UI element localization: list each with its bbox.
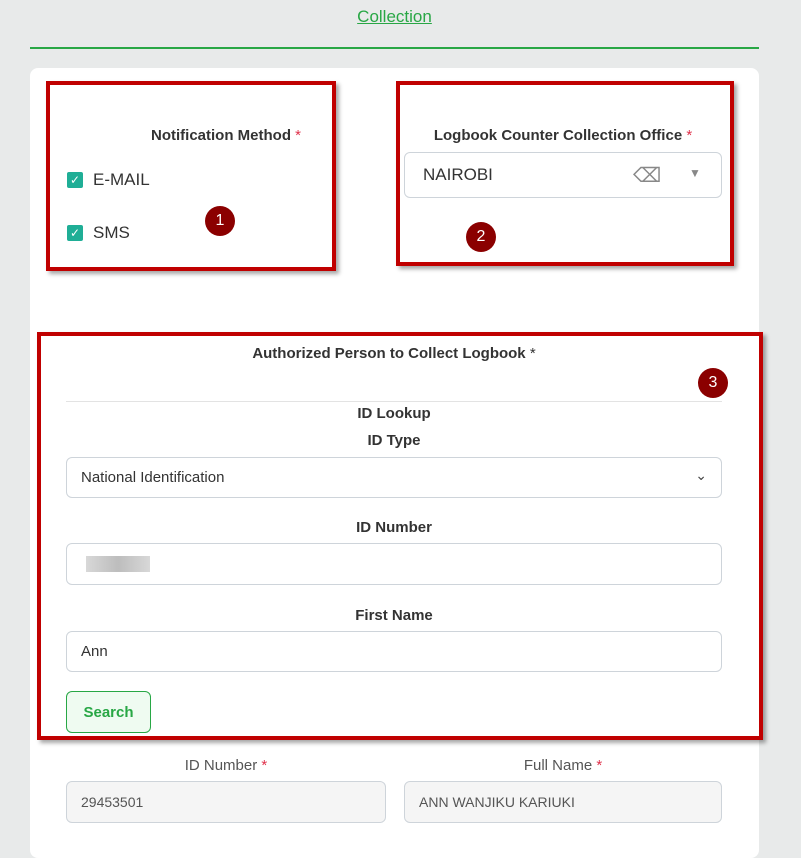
id-number-value: 29453501 (81, 794, 144, 810)
search-button[interactable]: Search (66, 691, 151, 733)
label-text: Full Name (523, 757, 593, 774)
sms-checkbox[interactable]: ✓ SMS (67, 223, 130, 243)
authorized-person-label: Authorized Person to Collect Logbook * (66, 345, 722, 362)
first-name-value: Ann (81, 643, 108, 660)
annotation-badge-2: 2 (466, 222, 496, 252)
id-type-label: ID Type (367, 432, 421, 449)
office-value: NAIROBI (423, 165, 493, 184)
office-label: Logbook Counter Collection Office * (404, 127, 722, 144)
id-type-value: National Identification (81, 469, 225, 486)
email-checkbox[interactable]: ✓ E-MAIL (67, 170, 150, 190)
eraser-clear-icon[interactable]: ⌫ (633, 163, 661, 188)
check-icon: ✓ (67, 225, 83, 241)
result-full-name-field: ANN WANJIKU KARIUKI (404, 781, 722, 823)
required-marker: * (686, 127, 693, 144)
required-marker: * (596, 757, 603, 774)
label-text: ID Number (184, 757, 258, 774)
first-name-input[interactable]: Ann (66, 631, 722, 672)
dropdown-caret-icon[interactable]: ▼ (689, 166, 701, 180)
required-marker: * (529, 345, 536, 362)
label-text: Notification Method (151, 127, 291, 144)
id-number-input[interactable] (66, 543, 722, 585)
result-id-number-label: ID Number * (66, 757, 386, 774)
chevron-down-icon: ⌄ (695, 467, 707, 483)
collection-tab-link[interactable]: Collection (0, 7, 789, 27)
id-number-label: ID Number (356, 519, 432, 536)
label-text: Logbook Counter Collection Office (433, 127, 683, 144)
annotation-badge-1: 1 (205, 206, 235, 236)
sms-label: SMS (93, 223, 130, 242)
blurred-value (86, 556, 150, 572)
id-type-select[interactable]: National Identification ⌄ (66, 457, 722, 498)
office-select[interactable]: NAIROBI ⌫ ▼ (404, 152, 722, 198)
header-divider (30, 47, 759, 49)
notification-method-label: Notification Method * (60, 127, 392, 144)
check-icon: ✓ (67, 172, 83, 188)
label-text: Authorized Person to Collect Logbook (252, 345, 526, 362)
section-divider (66, 401, 722, 402)
annotation-badge-3: 3 (698, 368, 728, 398)
result-full-name-label: Full Name * (404, 757, 722, 774)
required-marker: * (295, 127, 301, 144)
email-label: E-MAIL (93, 170, 150, 189)
required-marker: * (261, 757, 268, 774)
result-id-number-field: 29453501 (66, 781, 386, 823)
annotation-box-3 (37, 332, 763, 740)
first-name-label: First Name (355, 607, 433, 624)
full-name-value: ANN WANJIKU KARIUKI (419, 794, 575, 810)
id-lookup-title: ID Lookup (357, 405, 431, 422)
